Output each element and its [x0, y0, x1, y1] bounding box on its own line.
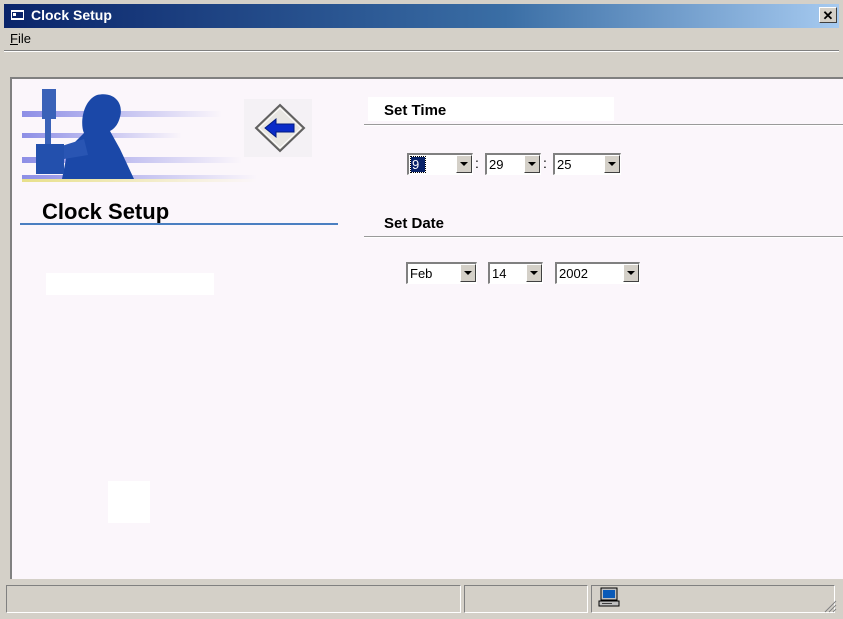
status-bar	[4, 583, 839, 617]
chevron-down-icon[interactable]	[456, 155, 472, 173]
app-window: Clock Setup ✕ File Clock Setup Set Time …	[0, 0, 843, 619]
main-client-area: Clock Setup Set Time 9 : 29 : 25 Set Dat…	[10, 77, 843, 579]
back-button[interactable]	[244, 99, 312, 157]
status-panel-2	[464, 585, 588, 613]
chevron-down-icon[interactable]	[460, 264, 476, 282]
menu-separator	[4, 50, 839, 52]
year-select[interactable]: 2002	[555, 262, 640, 284]
set-time-header: Set Time	[384, 102, 447, 119]
second-value: 25	[557, 157, 572, 172]
title-bar[interactable]: Clock Setup ✕	[4, 4, 839, 28]
time-separator: :	[475, 155, 479, 171]
left-panel: Clock Setup	[12, 79, 342, 579]
day-value: 14	[492, 266, 507, 281]
day-select[interactable]: 14	[488, 262, 543, 284]
close-button[interactable]: ✕	[819, 7, 837, 23]
panel-title-underline	[20, 223, 338, 225]
computer-icon	[598, 587, 620, 607]
app-icon	[11, 10, 24, 20]
month-value: Feb	[410, 266, 433, 281]
menu-file-accel: F	[10, 31, 18, 46]
status-panel-1	[6, 585, 461, 613]
status-panel-3	[591, 585, 835, 613]
hour-value: 9	[409, 156, 427, 173]
set-date-rule	[364, 236, 843, 238]
menu-bar: File	[4, 28, 839, 50]
menu-file-rest: ile	[17, 31, 31, 46]
set-date-header: Set Date	[384, 215, 445, 232]
time-separator: :	[543, 155, 547, 171]
user-silhouette-image	[22, 89, 257, 182]
window-title: Clock Setup	[31, 7, 112, 23]
chevron-down-icon[interactable]	[623, 264, 639, 282]
second-select[interactable]: 25	[553, 153, 621, 175]
hour-select[interactable]: 9	[407, 153, 473, 175]
chevron-down-icon[interactable]	[604, 155, 620, 173]
resize-grip-icon[interactable]	[823, 599, 837, 613]
menu-file[interactable]: File	[10, 31, 31, 46]
left-arrow-icon	[254, 103, 306, 153]
minute-value: 29	[489, 157, 504, 172]
chevron-down-icon[interactable]	[524, 155, 540, 173]
month-select[interactable]: Feb	[406, 262, 477, 284]
minute-select[interactable]: 29	[485, 153, 541, 175]
panel-title: Clock Setup	[42, 199, 170, 224]
set-time-rule	[364, 124, 843, 126]
blank-area	[108, 481, 150, 523]
close-icon: ✕	[822, 8, 834, 23]
chevron-down-icon[interactable]	[526, 264, 542, 282]
year-value: 2002	[559, 266, 588, 281]
blank-area	[46, 273, 214, 295]
